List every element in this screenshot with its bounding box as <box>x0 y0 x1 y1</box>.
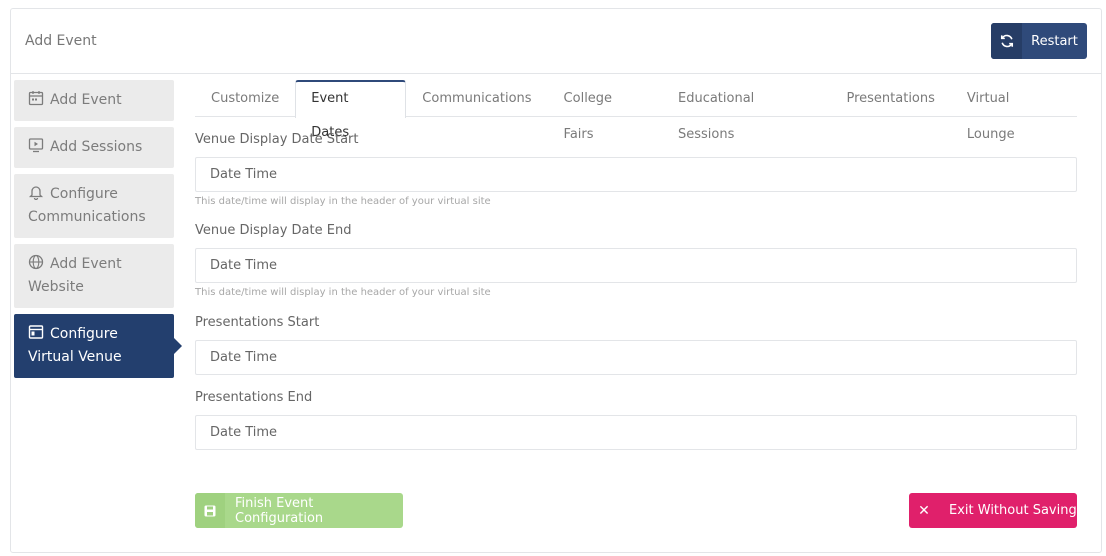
restart-button[interactable]: Restart <box>991 23 1087 59</box>
tab-college-fairs[interactable]: College Fairs <box>548 80 662 142</box>
sidebar-item-add-event[interactable]: Add Event <box>14 80 174 121</box>
sidebar-item-label: Add Sessions <box>50 139 143 155</box>
tab-bar: Customize Event Dates Communications Col… <box>195 80 1077 142</box>
venue-display-date-end-input[interactable] <box>195 248 1077 283</box>
tab-presentations[interactable]: Presentations <box>830 80 950 117</box>
play-screen-icon <box>28 138 44 153</box>
window-icon <box>28 325 44 339</box>
finish-label: Finish Event Configuration <box>235 495 324 526</box>
exit-label: Exit Without Saving <box>949 503 1077 518</box>
venue-display-date-start-help: This date/time will display in the heade… <box>195 196 491 207</box>
restart-label: Restart <box>1031 33 1078 49</box>
tab-communications[interactable]: Communications <box>406 80 547 117</box>
tab-customize[interactable]: Customize <box>195 80 295 117</box>
presentations-end-input[interactable] <box>195 415 1077 450</box>
venue-display-date-end-label: Venue Display Date End <box>195 223 352 238</box>
sidebar-item-label: Add Event <box>50 92 122 108</box>
exit-without-saving-button[interactable]: ✕ Exit Without Saving <box>909 493 1077 528</box>
venue-display-date-start-label: Venue Display Date Start <box>195 132 359 147</box>
bell-icon <box>28 186 44 200</box>
event-dates-form: Venue Display Date Start This date/time … <box>195 124 1077 450</box>
globe-icon <box>28 254 44 270</box>
tab-virtual-lounge[interactable]: Virtual Lounge <box>951 80 1077 142</box>
refresh-icon <box>991 23 1022 59</box>
close-icon: ✕ <box>918 502 930 519</box>
calendar-icon <box>28 91 44 106</box>
sidebar-item-label: Configure Communications <box>28 186 146 225</box>
presentations-start-input[interactable] <box>195 340 1077 375</box>
tab-event-dates[interactable]: Event Dates <box>295 80 407 140</box>
tab-educational-sessions[interactable]: Educational Sessions <box>662 80 831 142</box>
sidebar-item-configure-virtual-venue[interactable]: Configure Virtual Venue <box>14 314 182 378</box>
finish-event-configuration-button[interactable]: Finish Event Configuration <box>195 493 403 528</box>
sidebar-item-add-sessions[interactable]: Add Sessions <box>14 127 174 168</box>
venue-display-date-start-input[interactable] <box>195 157 1077 192</box>
venue-display-date-end-help: This date/time will display in the heade… <box>195 287 491 298</box>
card-header: Add Event Restart <box>11 9 1101 74</box>
presentations-start-label: Presentations Start <box>195 315 320 330</box>
sidebar-item-add-event-website[interactable]: Add Event Website <box>14 244 174 308</box>
page-title: Add Event <box>25 33 97 49</box>
sidebar-item-configure-communications[interactable]: Configure Communications <box>14 174 174 238</box>
sidebar: Add Event Add Sessions Configure Communi… <box>14 80 182 384</box>
presentations-end-label: Presentations End <box>195 390 313 405</box>
save-icon <box>195 493 225 528</box>
